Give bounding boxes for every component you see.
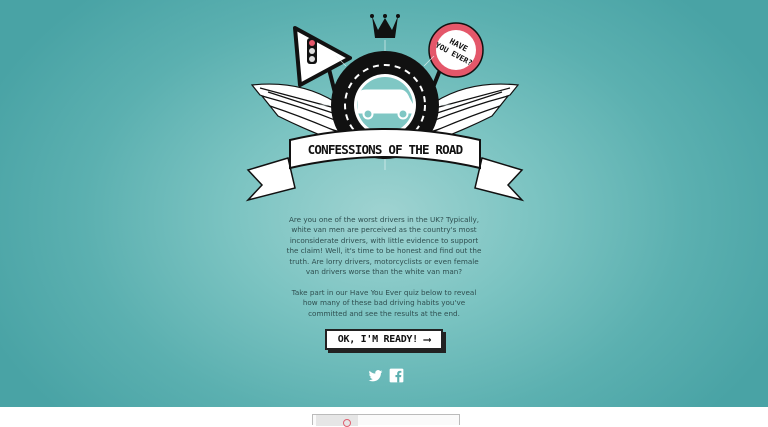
twitter-icon[interactable] [368, 368, 383, 383]
intro-paragraph: Are you one of the worst drivers in the … [286, 215, 482, 277]
hero-section: HAVE YOU EVER? CONFESSIONS OF THE ROAD A… [0, 0, 768, 407]
banner-title: CONFESSIONS OF THE ROAD [308, 142, 463, 157]
start-quiz-label: OK, I'M READY! [337, 334, 418, 345]
next-section-preview [312, 414, 460, 427]
preview-dot-icon [343, 419, 351, 427]
confessions-emblem: HAVE YOU EVER? CONFESSIONS OF THE ROAD [245, 14, 525, 202]
crown-icon [370, 14, 400, 38]
arrow-right-icon: ⟶ [423, 333, 431, 346]
preview-thumb [316, 415, 358, 426]
social-links [368, 368, 404, 383]
facebook-icon[interactable] [389, 368, 404, 383]
start-quiz-button[interactable]: OK, I'M READY! ⟶ [325, 329, 443, 350]
instructions-paragraph: Take part in our Have You Ever quiz belo… [291, 288, 477, 318]
